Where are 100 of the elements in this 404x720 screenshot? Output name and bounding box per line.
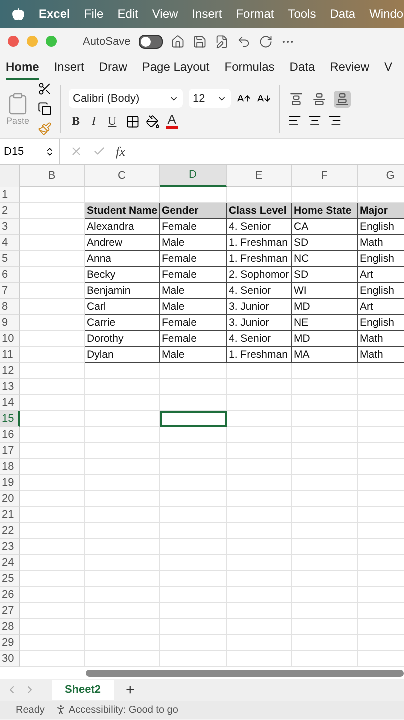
font-name-dropdown[interactable]: Calibri (Body) <box>69 89 183 108</box>
menu-item[interactable]: Windo <box>370 7 404 21</box>
table-cell[interactable]: Math <box>358 347 404 363</box>
grid-cell[interactable] <box>20 363 85 379</box>
grid-cell[interactable] <box>20 331 85 347</box>
grid-cell[interactable] <box>85 411 160 427</box>
grid-cell[interactable] <box>85 379 160 395</box>
header-cell[interactable]: Major <box>358 203 404 219</box>
row-header[interactable]: 4 <box>0 235 20 251</box>
zoom-button[interactable] <box>46 36 57 47</box>
ribbon-tab[interactable]: Insert <box>54 56 84 80</box>
grid-cell[interactable] <box>227 603 292 619</box>
grid-cell[interactable] <box>160 363 227 379</box>
row-header[interactable]: 7 <box>0 283 20 299</box>
grid-cell[interactable] <box>160 651 227 667</box>
grid-cell[interactable] <box>160 619 227 635</box>
grid-cell[interactable] <box>227 475 292 491</box>
table-cell[interactable]: 2. Sophomor <box>227 267 292 283</box>
grid-cell[interactable] <box>20 219 85 235</box>
row-header[interactable]: 24 <box>0 555 20 571</box>
table-cell[interactable]: 4. Senior <box>227 219 292 235</box>
grid-cell[interactable] <box>20 203 85 219</box>
menu-item[interactable]: Format <box>236 7 274 21</box>
grid-cell[interactable] <box>292 619 358 635</box>
grid-cell[interactable] <box>160 443 227 459</box>
grid-cell[interactable] <box>85 587 160 603</box>
grid-cell[interactable] <box>85 619 160 635</box>
scissors-icon[interactable] <box>38 82 52 96</box>
name-box[interactable]: D15 <box>0 139 60 164</box>
grid-cell[interactable] <box>292 507 358 523</box>
italic-button[interactable]: I <box>89 114 100 129</box>
grid-cell[interactable] <box>85 443 160 459</box>
menu-item[interactable]: Excel <box>39 7 70 21</box>
header-cell[interactable]: Student Name <box>85 203 160 219</box>
grid-cell[interactable] <box>227 539 292 555</box>
table-cell[interactable]: Math <box>358 331 404 347</box>
redo-icon[interactable] <box>258 34 273 48</box>
grid-cell[interactable] <box>292 523 358 539</box>
ribbon-tab[interactable]: V <box>384 56 393 80</box>
grid-cell[interactable] <box>292 459 358 475</box>
row-header[interactable]: 3 <box>0 219 20 235</box>
grid-cell[interactable] <box>20 347 85 363</box>
table-cell[interactable]: SD <box>292 267 358 283</box>
paintbrush-icon[interactable] <box>38 122 52 136</box>
grid-cell[interactable] <box>85 475 160 491</box>
grid-cell[interactable] <box>227 427 292 443</box>
grid-cell[interactable] <box>20 491 85 507</box>
table-cell[interactable]: NC <box>292 251 358 267</box>
row-header[interactable]: 5 <box>0 251 20 267</box>
table-cell[interactable]: Andrew <box>85 235 160 251</box>
add-sheet-button[interactable]: + <box>120 682 141 698</box>
table-cell[interactable]: Becky <box>85 267 160 283</box>
grid-cell[interactable] <box>227 635 292 651</box>
grid-cell[interactable] <box>20 187 85 203</box>
grid-cell[interactable] <box>85 459 160 475</box>
grid-cell[interactable] <box>85 651 160 667</box>
grid-cell[interactable] <box>292 363 358 379</box>
grid-cell[interactable] <box>85 491 160 507</box>
table-cell[interactable]: 4. Senior <box>227 331 292 347</box>
grid-cell[interactable] <box>227 411 292 427</box>
font-size-dropdown[interactable]: 12 <box>189 89 231 108</box>
table-cell[interactable]: Dylan <box>85 347 160 363</box>
grid-cell[interactable] <box>20 443 85 459</box>
menu-item[interactable]: Data <box>330 7 356 21</box>
grid-cell[interactable] <box>20 603 85 619</box>
grid-cell[interactable] <box>85 539 160 555</box>
row-header[interactable]: 13 <box>0 379 20 395</box>
row-header[interactable]: 10 <box>0 331 20 347</box>
ribbon-tab[interactable]: Draw <box>99 56 128 80</box>
ribbon-tab[interactable]: Review <box>330 56 370 80</box>
row-header[interactable]: 22 <box>0 523 20 539</box>
table-cell[interactable]: English <box>358 219 404 235</box>
row-header[interactable]: 12 <box>0 363 20 379</box>
grid-cell[interactable] <box>292 443 358 459</box>
grid-cell[interactable] <box>292 635 358 651</box>
row-header[interactable]: 8 <box>0 299 20 315</box>
table-cell[interactable]: Alexandra <box>85 219 160 235</box>
table-cell[interactable]: NE <box>292 315 358 331</box>
grid-cell[interactable] <box>227 379 292 395</box>
grid-cell[interactable] <box>85 571 160 587</box>
close-button[interactable] <box>8 36 19 47</box>
table-cell[interactable]: Female <box>160 331 227 347</box>
copy-icon[interactable] <box>38 102 52 116</box>
table-cell[interactable]: 3. Junior <box>227 299 292 315</box>
row-header[interactable]: 19 <box>0 475 20 491</box>
grid-cell[interactable] <box>292 187 358 203</box>
row-header[interactable]: 2 <box>0 203 20 219</box>
borders-icon[interactable] <box>126 114 140 128</box>
grid-cell[interactable] <box>160 555 227 571</box>
apple-icon[interactable] <box>12 8 25 20</box>
grid-cell[interactable] <box>20 251 85 267</box>
column-header[interactable]: B <box>20 165 85 187</box>
undo-icon[interactable] <box>236 34 251 48</box>
table-cell[interactable]: MD <box>292 331 358 347</box>
save-icon[interactable] <box>192 34 207 48</box>
grid-cell[interactable] <box>227 443 292 459</box>
table-cell[interactable]: 1. Freshman <box>227 251 292 267</box>
grid-cell[interactable] <box>227 363 292 379</box>
table-cell[interactable]: Dorothy <box>85 331 160 347</box>
grid-cell[interactable] <box>20 507 85 523</box>
